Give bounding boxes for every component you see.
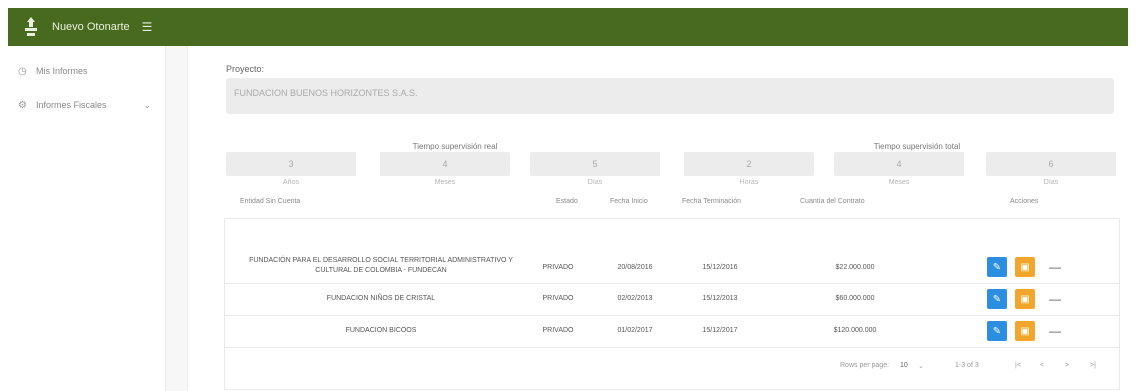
column-header: Fecha Inicio bbox=[610, 198, 648, 205]
rows-per-page-select[interactable]: 10 bbox=[900, 362, 908, 369]
top-app-bar: Nuevo Otonarte ☰ bbox=[8, 8, 1128, 46]
prev-page-icon[interactable]: < bbox=[1040, 362, 1044, 369]
estado-cell: PRIVADO bbox=[542, 327, 574, 334]
remove-button[interactable]: — bbox=[1045, 289, 1065, 309]
group-title-total: Tiempo supervisión total bbox=[873, 142, 961, 151]
estado-cell: PRIVADO bbox=[542, 264, 574, 271]
remove-button[interactable]: — bbox=[1045, 321, 1065, 341]
time-caption: Horas bbox=[739, 179, 759, 186]
view-button[interactable]: ▣ bbox=[1015, 321, 1035, 341]
menu-icon[interactable]: ☰ bbox=[142, 20, 153, 34]
first-page-icon[interactable]: |< bbox=[1015, 362, 1021, 369]
next-page-icon[interactable]: > bbox=[1065, 362, 1069, 369]
page-range: 1-3 of 3 bbox=[955, 362, 979, 369]
sidebar: ◷ Mis Informes ⚙ Informes Fiscales ⌄ bbox=[8, 46, 166, 391]
column-header: Entidad Sin Cuenta bbox=[240, 198, 301, 205]
inicio-cell: 01/02/2017 bbox=[617, 327, 653, 334]
sidebar-item-label: Informes Fiscales bbox=[36, 100, 107, 110]
proyecto-label: Proyecto: bbox=[226, 64, 265, 74]
column-header: Estado bbox=[556, 198, 578, 205]
time-caption: Días bbox=[587, 179, 603, 186]
time-box: 3 bbox=[226, 152, 356, 176]
sidebar-rail bbox=[166, 46, 188, 391]
time-box: 4 bbox=[834, 152, 964, 176]
sidebar-item-label: Mis Informes bbox=[36, 66, 88, 76]
terminacion-cell: 15/12/2017 bbox=[702, 327, 738, 334]
rows-per-page-label: Rows per page: bbox=[840, 362, 890, 369]
terminacion-cell: 15/12/2016 bbox=[702, 264, 738, 271]
cuantia-cell: $60.000.000 bbox=[835, 295, 875, 302]
last-page-icon[interactable]: >| bbox=[1090, 362, 1096, 369]
inicio-cell: 02/02/2013 bbox=[617, 295, 653, 302]
group-title-real: Tiempo supervisión real bbox=[412, 142, 498, 151]
clock-icon: ◷ bbox=[18, 65, 27, 77]
edit-button[interactable]: ✎ bbox=[987, 289, 1007, 309]
chevron-down-icon[interactable]: ⌄ bbox=[143, 100, 151, 111]
gear-icon: ⚙ bbox=[18, 99, 27, 111]
estado-cell: PRIVADO bbox=[542, 295, 574, 302]
logo-icon bbox=[20, 14, 42, 40]
sidebar-item-informes-fiscales[interactable]: ⚙ Informes Fiscales ⌄ bbox=[8, 88, 165, 122]
cuantia-cell: $120.000.000 bbox=[833, 327, 877, 334]
chevron-down-icon[interactable]: ⌄ bbox=[918, 362, 924, 370]
entity-cell: FUNDACION BICOOS bbox=[345, 327, 417, 334]
time-box: 5 bbox=[530, 152, 660, 176]
edit-button[interactable]: ✎ bbox=[987, 321, 1007, 341]
app-title: Nuevo Otonarte bbox=[52, 21, 130, 33]
time-box: 2 bbox=[684, 152, 814, 176]
remove-button[interactable]: — bbox=[1045, 257, 1065, 277]
edit-button[interactable]: ✎ bbox=[987, 257, 1007, 277]
time-caption: Días bbox=[1043, 179, 1059, 186]
time-box: 6 bbox=[986, 152, 1116, 176]
view-button[interactable]: ▣ bbox=[1015, 257, 1035, 277]
proyecto-field: FUNDACION BUENOS HORIZONTES S.A.S. bbox=[226, 78, 1114, 114]
time-caption: Meses bbox=[434, 179, 456, 186]
time-caption: Meses bbox=[888, 179, 910, 186]
column-header: Fecha Terminación bbox=[682, 198, 742, 205]
cuantia-cell: $22.000.000 bbox=[835, 264, 875, 271]
time-box: 4 bbox=[380, 152, 510, 176]
view-button[interactable]: ▣ bbox=[1015, 289, 1035, 309]
terminacion-cell: 15/12/2013 bbox=[702, 295, 738, 302]
entity-cell: FUNDACION NIÑOS DE CRISTAL bbox=[326, 295, 436, 302]
column-header: Cuantía del Contrato bbox=[800, 198, 865, 205]
time-caption: Años bbox=[283, 179, 299, 186]
column-header: Acciones bbox=[1010, 198, 1039, 205]
inicio-cell: 20/08/2016 bbox=[617, 264, 653, 271]
entity-cell: FUNDACIÓN PARA EL DESARROLLO SOCIAL TERR… bbox=[249, 257, 513, 274]
sidebar-item-mis-informes[interactable]: ◷ Mis Informes bbox=[8, 54, 165, 88]
